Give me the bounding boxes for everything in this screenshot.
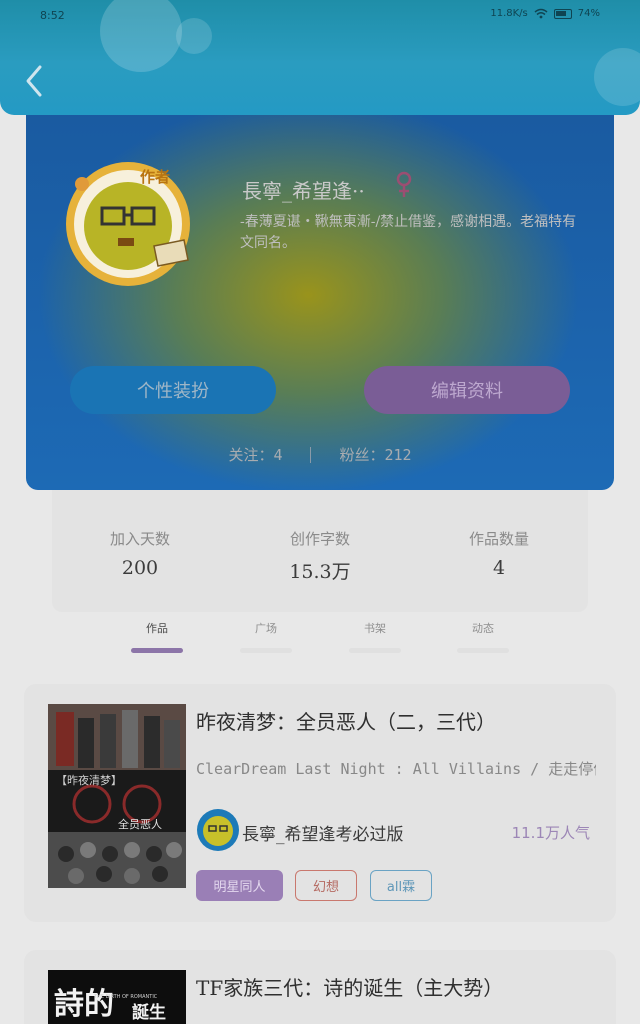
divider — [310, 446, 312, 463]
cover-title-bottom: 全员恶人 — [118, 817, 162, 831]
stat-value: 200 — [121, 557, 159, 579]
tag-fantasy[interactable]: 幻想 — [295, 870, 357, 901]
female-icon — [396, 171, 412, 197]
avatar[interactable] — [62, 154, 202, 294]
stat-works-count: 作品数量 4 — [439, 528, 559, 579]
decor-bubble — [100, 0, 182, 72]
author-avatar[interactable] — [196, 808, 240, 852]
profile-card: 作者 長寧_希望逢·· -春薄夏谌・鞦無東漸-/禁止借鉴，感谢相遇。老福特有文同… — [26, 100, 614, 490]
tab-bookshelf[interactable]: 书架 — [345, 620, 405, 653]
work-card[interactable]: 詩的 誕生 THE BIRTH OF ROMANTIC TF家族三代：诗的诞生（… — [24, 950, 616, 1024]
decor-bubble — [176, 18, 212, 54]
cover-small-text: THE BIRTH OF ROMANTIC — [93, 994, 158, 1000]
tab-label: 作品 — [146, 622, 168, 635]
stat-word-count: 创作字数 15.3万 — [260, 528, 380, 584]
status-time: 8:52 — [40, 9, 65, 22]
wifi-icon — [534, 8, 548, 19]
dress-up-button[interactable]: 个性装扮 — [70, 366, 276, 414]
net-speed: 11.8K/s — [490, 8, 528, 19]
stat-join-days: 加入天数 200 — [80, 528, 200, 579]
tab-indicator — [240, 648, 292, 653]
tab-indicator — [131, 648, 183, 653]
edit-profile-button[interactable]: 编辑资料 — [364, 366, 570, 414]
tab-label: 书架 — [364, 622, 386, 635]
stat-value: 15.3万 — [289, 561, 351, 583]
stats-card: 加入天数 200 创作字数 15.3万 作品数量 4 — [52, 470, 588, 612]
work-cover-image[interactable]: 詩的 誕生 THE BIRTH OF ROMANTIC — [48, 970, 186, 1024]
stat-label: 作品数量 — [468, 530, 529, 548]
profile-bio: -春薄夏谌・鞦無東漸-/禁止借鉴，感谢相遇。老福特有文同名。 — [240, 214, 577, 251]
work-title[interactable]: 昨夜清梦：全员恶人（二，三代） — [196, 706, 496, 735]
cover-text-right: 誕生 — [132, 1002, 166, 1023]
work-cover-image[interactable]: 【昨夜清梦】 全员恶人 — [48, 704, 186, 888]
cover-title-top: 【昨夜清梦】 — [56, 773, 122, 787]
stat-label: 加入天数 — [109, 530, 170, 548]
tag-all[interactable]: all霖 — [370, 870, 432, 901]
tab-activity[interactable]: 动态 — [453, 620, 513, 653]
stat-label: 创作字数 — [289, 530, 350, 548]
decor-bubble — [594, 48, 640, 106]
follow-stats: 关注：4 粉丝：212 — [26, 444, 614, 465]
back-arrow-icon[interactable] — [22, 64, 46, 98]
tab-indicator — [349, 648, 401, 653]
tab-works[interactable]: 作品 — [127, 620, 187, 653]
author-tag: 作者 — [140, 168, 171, 186]
followers-count[interactable]: 粉丝：212 — [339, 444, 411, 465]
stat-value: 4 — [492, 557, 506, 579]
top-header: 8:52 11.8K/s 74% — [0, 0, 640, 115]
tab-indicator — [457, 648, 509, 653]
popularity-count: 11.1万人气 — [511, 824, 590, 842]
cover-text-left: 詩的 — [54, 987, 114, 1022]
username: 長寧_希望逢·· — [242, 179, 365, 203]
tab-label: 广场 — [255, 622, 277, 635]
battery-level: 74% — [577, 8, 600, 19]
following-count[interactable]: 关注：4 — [228, 444, 282, 465]
author-name[interactable]: 長寧_希望逢考必过版 — [242, 820, 404, 845]
tab-plaza[interactable]: 广场 — [236, 620, 296, 653]
tag-celebrity-fanfic[interactable]: 明星同人 — [196, 870, 283, 901]
tab-label: 动态 — [472, 622, 494, 635]
tab-bar: 作品 广场 书架 动态 — [0, 620, 640, 654]
work-title[interactable]: TF家族三代：诗的诞生（主大势） — [196, 972, 503, 1001]
battery-icon — [553, 8, 572, 19]
work-card[interactable]: 【昨夜清梦】 全员恶人 昨夜清梦：全员恶人（二，三代） ClearDream L… — [24, 684, 616, 922]
status-indicators: 11.8K/s 74% — [490, 8, 600, 19]
work-description: ClearDream Last Night : All Villains / 走… — [196, 760, 596, 778]
